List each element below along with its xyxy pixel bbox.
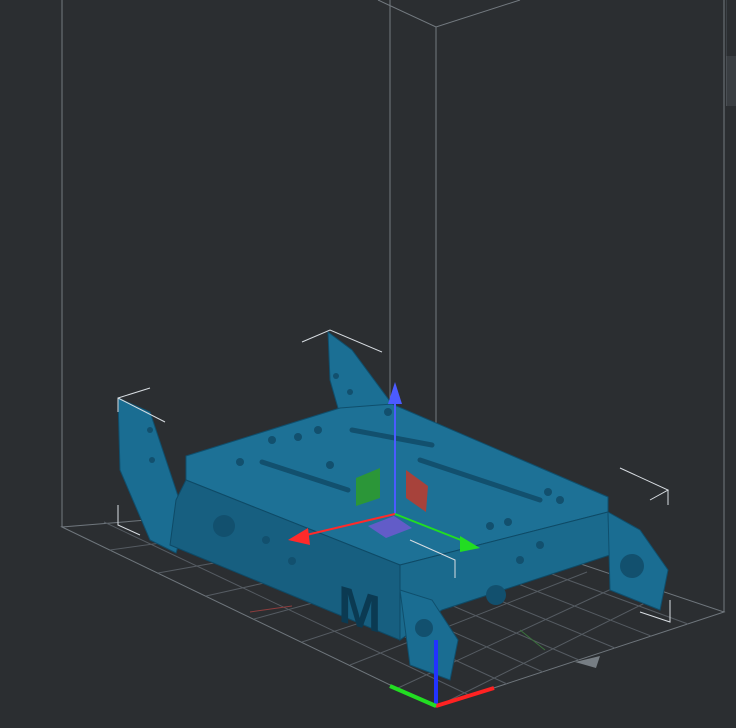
ground-marker — [575, 656, 600, 668]
scene-canvas[interactable]: M — [0, 0, 736, 728]
panel-collapse-icon[interactable] — [726, 56, 736, 106]
3d-viewport[interactable]: M — [0, 0, 736, 728]
chassis-model[interactable] — [117, 330, 669, 681]
engraved-letter: M — [338, 575, 381, 645]
viewport-divider — [726, 0, 727, 56]
